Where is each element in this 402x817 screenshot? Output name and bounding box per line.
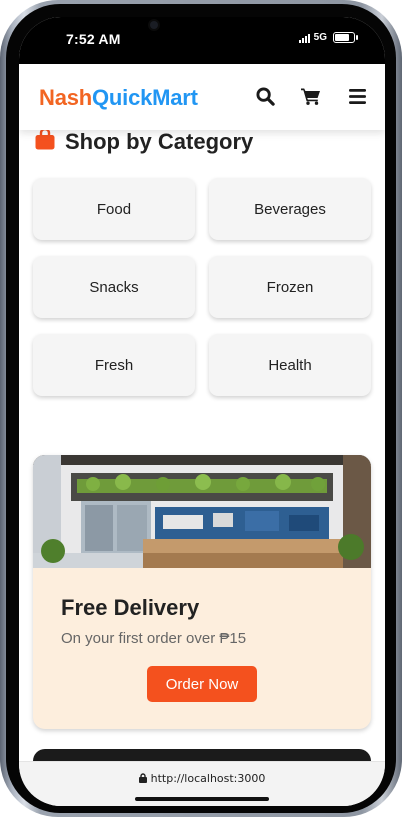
category-card-food[interactable]: Food <box>33 178 195 240</box>
brand-logo[interactable]: NashQuickMart <box>39 85 198 111</box>
section-title-text: Shop by Category <box>65 130 254 154</box>
category-grid: Food Beverages Snacks Frozen Fresh Healt… <box>33 178 371 396</box>
brand-name-part2: QuickMart <box>92 85 198 110</box>
cart-icon[interactable] <box>301 86 321 106</box>
url-text: http://localhost:3000 <box>150 772 266 785</box>
promo-card: Free Delivery On your first order over ₱… <box>33 455 371 729</box>
app-header: NashQuickMart <box>19 64 385 130</box>
status-indicators: 5G <box>298 32 358 43</box>
network-label: 5G <box>313 32 327 43</box>
browser-url-bar[interactable]: http://localhost:3000 <box>19 761 385 806</box>
category-card-health[interactable]: Health <box>209 334 371 396</box>
search-icon[interactable] <box>255 86 275 106</box>
brand-name-part1: Nash <box>39 85 92 110</box>
status-bar: 7:52 AM 5G <box>19 17 385 64</box>
phone-screen: 7:52 AM 5G NashQuickMart Shop by Categor… <box>19 17 385 806</box>
category-card-fresh[interactable]: Fresh <box>33 334 195 396</box>
promo-image <box>33 455 371 568</box>
main-content[interactable]: Shop by Category Food Beverages Snacks F… <box>19 130 385 761</box>
header-actions <box>255 86 367 106</box>
camera-icon <box>150 21 158 29</box>
category-card-beverages[interactable]: Beverages <box>209 178 371 240</box>
signal-icon <box>298 33 310 43</box>
battery-icon <box>333 32 358 43</box>
status-time: 7:52 AM <box>66 31 121 47</box>
section-title: Shop by Category <box>35 130 253 156</box>
home-indicator[interactable] <box>135 797 269 801</box>
shopping-bag-icon <box>35 130 55 156</box>
url-display: http://localhost:3000 <box>19 772 385 786</box>
promo-subtitle: On your first order over ₱15 <box>61 630 247 647</box>
menu-icon[interactable] <box>347 86 367 106</box>
category-card-frozen[interactable]: Frozen <box>209 256 371 318</box>
lock-icon <box>138 773 147 786</box>
category-card-snacks[interactable]: Snacks <box>33 256 195 318</box>
next-promo-card <box>33 749 371 761</box>
order-now-button[interactable]: Order Now <box>147 666 257 702</box>
promo-title: Free Delivery <box>61 595 200 620</box>
